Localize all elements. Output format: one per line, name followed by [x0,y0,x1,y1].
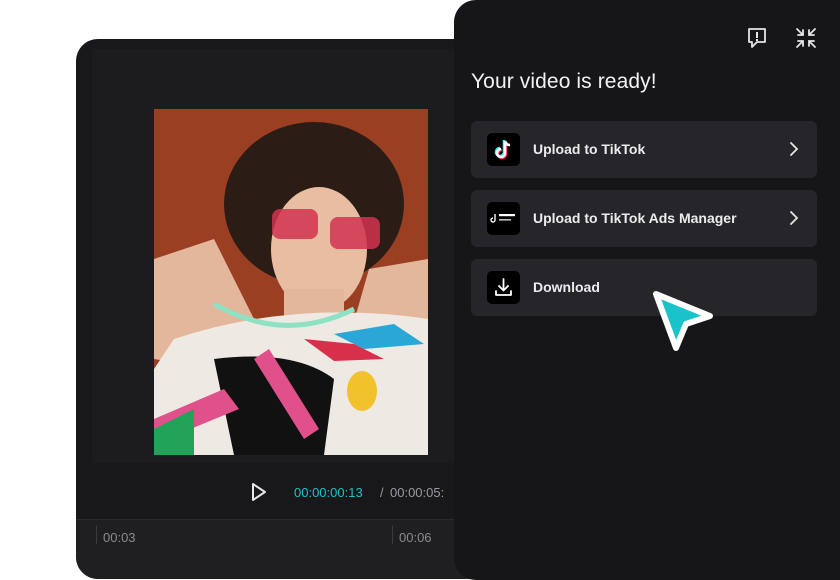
panel-title: Your video is ready! [471,70,657,93]
download-button[interactable]: Download [471,259,817,316]
mouse-pointer-icon [653,291,713,351]
download-icon [487,271,520,304]
chevron-right-icon [790,211,799,225]
tiktok-icon [487,133,520,166]
timeline-tick [392,526,393,544]
timeline-tick-label: 00:06 [399,530,432,545]
video-editor-window: 00:00:00:13 / 00:00:05: 00:03 00:06 [76,39,496,579]
option-label: Download [533,279,600,295]
collapse-icon[interactable] [794,26,818,50]
time-separator: / [380,485,384,500]
option-label: Upload to TikTok [533,141,646,157]
timeline-ruler[interactable]: 00:03 00:06 [76,519,496,579]
feedback-icon[interactable] [745,26,769,50]
preview-canvas [92,49,492,464]
tiktok-business-icon [487,202,520,235]
timeline-tick [96,526,97,544]
total-time: 00:00:05: [390,485,445,500]
timeline-tick-label: 00:03 [103,530,136,545]
chevron-right-icon [790,142,799,156]
play-icon[interactable] [250,482,268,502]
video-preview-image [154,109,428,455]
current-time: 00:00:00:13 [294,485,363,500]
upload-tiktok-ads-button[interactable]: Upload to TikTok Ads Manager [471,190,817,247]
playback-controls: 00:00:00:13 / 00:00:05: [76,463,496,519]
export-panel: Your video is ready! Upload to TikTok Up… [454,0,840,580]
option-label: Upload to TikTok Ads Manager [533,210,737,226]
upload-tiktok-button[interactable]: Upload to TikTok [471,121,817,178]
